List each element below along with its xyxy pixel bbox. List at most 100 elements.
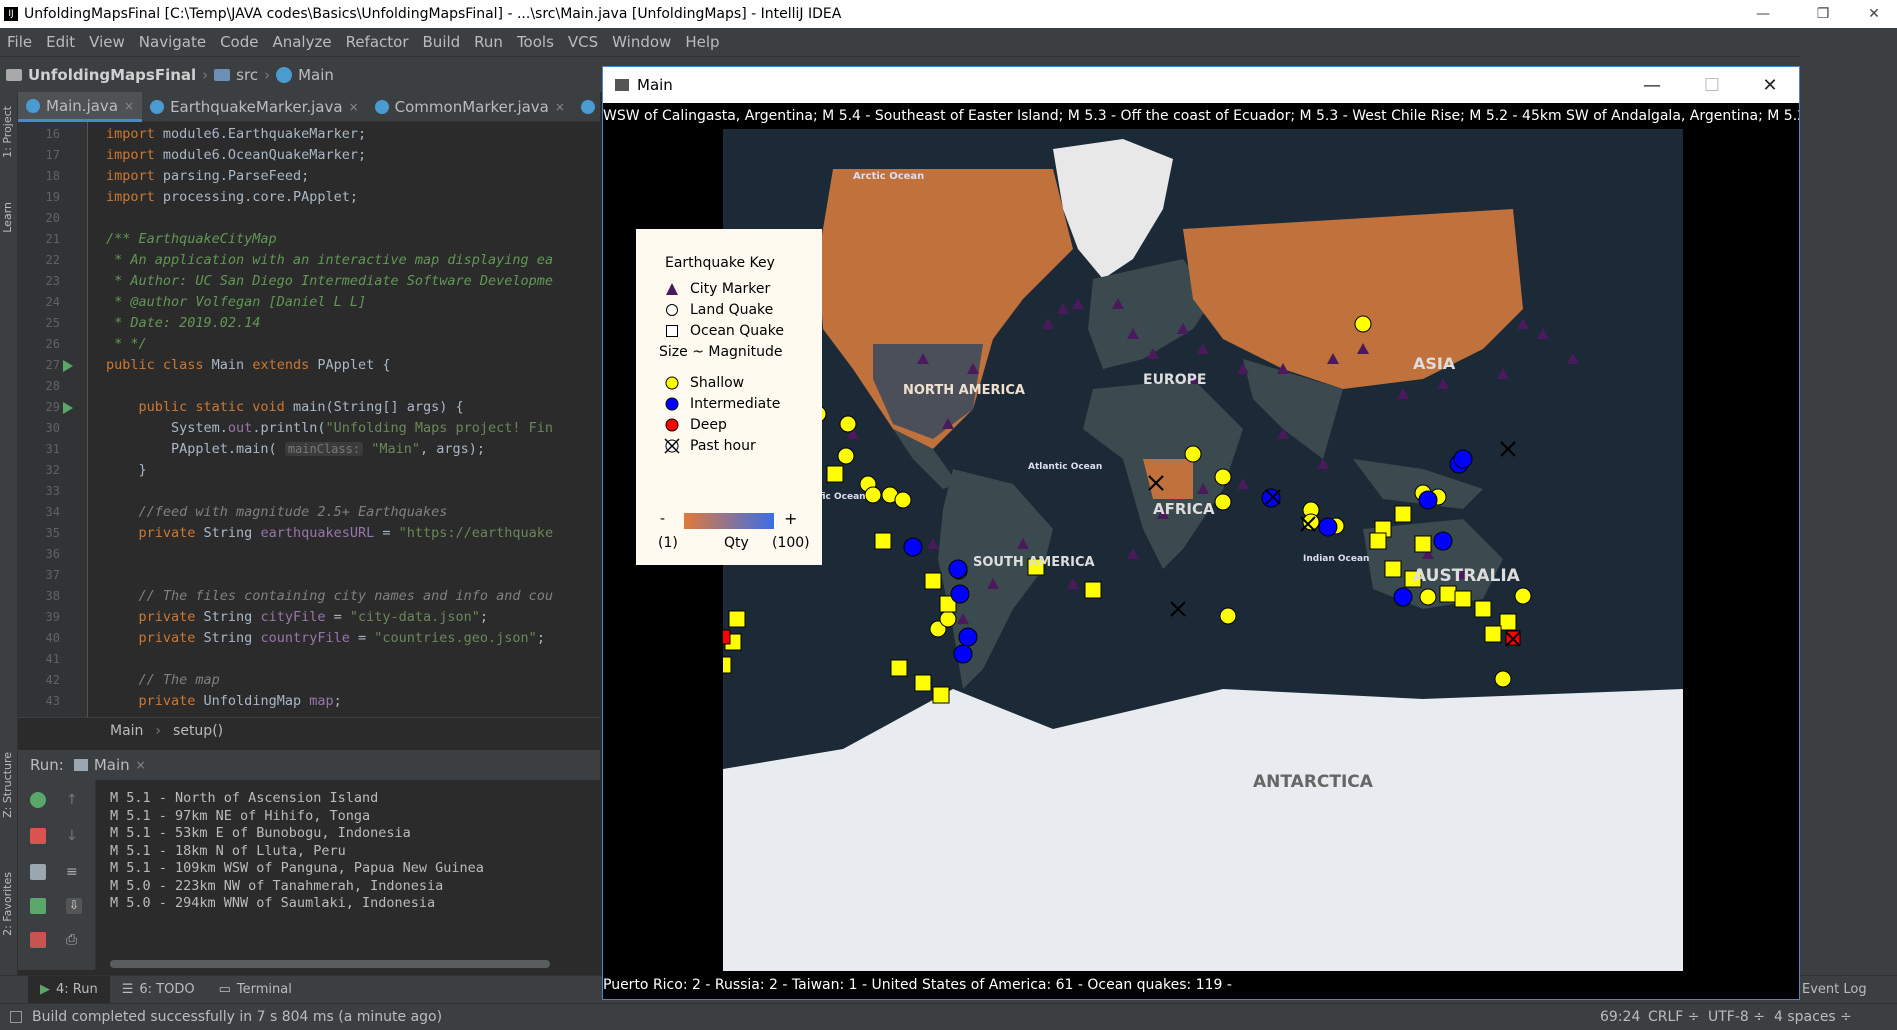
sketch-close-button[interactable]: ✕ — [1741, 67, 1799, 103]
code-editor[interactable]: 16 import module6.EarthquakeMarker; 17 impo… — [18, 122, 600, 717]
breadcrumb-class[interactable]: Main — [110, 723, 143, 739]
scroll-to-end-icon[interactable]: ⇩ — [66, 898, 82, 914]
shallow-ocean-quake[interactable] — [826, 465, 844, 483]
intermediate-quake[interactable] — [958, 627, 978, 647]
intermediate-quake[interactable] — [1418, 490, 1438, 510]
shallow-ocean-quake[interactable] — [1394, 505, 1412, 523]
intermediate-quake[interactable] — [1318, 517, 1338, 537]
close-tab-icon[interactable]: × — [349, 100, 359, 114]
menu-item-run[interactable]: Run — [467, 33, 510, 51]
intermediate-quake[interactable] — [1433, 531, 1453, 551]
shallow-ocean-quake[interactable] — [1414, 535, 1432, 553]
event-log-button[interactable]: Event Log — [1790, 976, 1879, 1004]
shallow-ocean-quake[interactable] — [914, 674, 932, 692]
learn-tool-button[interactable]: Learn — [1, 202, 14, 233]
menu-item-navigate[interactable]: Navigate — [132, 33, 213, 51]
favorites-tool-button[interactable]: 2: Favorites — [1, 872, 14, 936]
shallow-land-quake[interactable] — [1219, 607, 1237, 625]
arrow-up-icon[interactable]: ↑ — [66, 792, 82, 808]
menu-item-tools[interactable]: Tools — [510, 33, 561, 51]
sketch-maximize-button[interactable]: ☐ — [1683, 67, 1741, 103]
run-gutter-icon[interactable] — [63, 402, 73, 414]
intermediate-quake[interactable] — [1453, 449, 1473, 469]
tab-commonmarker-java[interactable]: CommonMarker.java × — [367, 92, 573, 122]
breadcrumb-method[interactable]: setup() — [173, 723, 223, 739]
intermediate-quake[interactable] — [1393, 587, 1413, 607]
minimize-button[interactable]: — — [1740, 0, 1786, 28]
stop-icon[interactable] — [30, 828, 46, 844]
shallow-ocean-quake[interactable] — [1439, 585, 1457, 603]
rerun-icon[interactable] — [30, 792, 46, 808]
indent-setting[interactable]: 4 spaces ÷ — [1774, 1009, 1852, 1025]
shallow-land-quake[interactable] — [839, 415, 857, 433]
shallow-ocean-quake[interactable] — [890, 659, 908, 677]
sketch-window[interactable]: Main — ☐ ✕ WSW of Calingasta, Argentina;… — [602, 66, 1800, 1000]
intermediate-quake[interactable] — [950, 584, 970, 604]
run-config-tab[interactable]: Main × — [73, 756, 146, 774]
exit-icon[interactable] — [30, 932, 46, 948]
intermediate-quake[interactable] — [948, 559, 968, 579]
menu-item-refactor[interactable]: Refactor — [339, 33, 416, 51]
run-tool-button[interactable]: ▶ 4: Run — [28, 975, 110, 1004]
close-tab-icon[interactable]: × — [124, 99, 134, 113]
shallow-ocean-quake[interactable] — [1454, 590, 1472, 608]
earthquake-map[interactable]: Arctic Ocean NORTH AMERICA EUROPE ASIA AFRIC… — [603, 129, 1799, 971]
camera-icon[interactable] — [30, 864, 46, 880]
maximize-button[interactable]: ❐ — [1800, 0, 1846, 28]
shallow-land-quake[interactable] — [1184, 445, 1202, 463]
close-button[interactable]: ✕ — [1851, 0, 1897, 28]
menu-item-window[interactable]: Window — [605, 33, 678, 51]
world-map[interactable]: Arctic Ocean NORTH AMERICA EUROPE ASIA AFRIC… — [723, 129, 1683, 971]
breadcrumb-main[interactable]: Main — [270, 66, 340, 84]
terminal-tool-button[interactable]: ▭ Terminal — [207, 976, 304, 1004]
shallow-ocean-quake[interactable] — [1499, 613, 1517, 631]
close-tab-icon[interactable]: × — [136, 758, 146, 772]
shallow-land-quake[interactable] — [1514, 587, 1532, 605]
shallow-ocean-quake[interactable] — [1084, 581, 1102, 599]
line-separator[interactable]: CRLF ÷ — [1648, 1009, 1700, 1025]
shallow-land-quake[interactable] — [1214, 468, 1232, 486]
shallow-ocean-quake[interactable] — [1369, 532, 1387, 550]
breadcrumb-project[interactable]: UnfoldingMapsFinal — [0, 66, 202, 84]
caret-position[interactable]: 69:24 — [1600, 1009, 1640, 1025]
shallow-ocean-quake[interactable] — [924, 572, 942, 590]
intermediate-quake[interactable] — [903, 537, 923, 557]
print-icon[interactable]: ⎙ — [66, 932, 82, 948]
menu-item-view[interactable]: View — [82, 33, 132, 51]
close-tab-icon[interactable]: × — [555, 100, 565, 114]
shallow-ocean-quake[interactable] — [728, 610, 746, 628]
debug-icon[interactable] — [30, 898, 46, 914]
shallow-land-quake[interactable] — [837, 447, 855, 465]
menu-item-vcs[interactable]: VCS — [561, 33, 605, 51]
shallow-land-quake[interactable] — [894, 491, 912, 509]
menu-item-edit[interactable]: Edit — [39, 33, 82, 51]
run-gutter-icon[interactable] — [63, 360, 73, 372]
shallow-land-quake[interactable] — [864, 486, 882, 504]
menu-item-build[interactable]: Build — [416, 33, 468, 51]
file-encoding[interactable]: UTF-8 ÷ — [1708, 1009, 1765, 1025]
run-console[interactable]: M 5.1 - North of Ascension Island M 5.1 -… — [96, 780, 600, 970]
arrow-down-icon[interactable]: ↓ — [66, 828, 82, 844]
shallow-land-quake[interactable] — [1494, 670, 1512, 688]
tab-earthquakemarker-java[interactable]: EarthquakeMarker.java × — [142, 92, 367, 122]
structure-tool-button[interactable]: Z: Structure — [1, 752, 14, 818]
shallow-land-quake[interactable] — [1419, 588, 1437, 606]
shallow-land-quake[interactable] — [939, 610, 957, 628]
todo-tool-button[interactable]: ☰ 6: TODO — [110, 976, 207, 1004]
shallow-land-quake[interactable] — [1214, 493, 1232, 511]
menu-item-code[interactable]: Code — [213, 33, 265, 51]
menu-item-file[interactable]: File — [0, 33, 39, 51]
soft-wrap-icon[interactable]: ≡ — [66, 864, 82, 880]
intermediate-quake[interactable] — [953, 644, 973, 664]
menu-item-help[interactable]: Help — [678, 33, 726, 51]
breadcrumb-src[interactable]: src — [208, 66, 264, 84]
shallow-ocean-quake[interactable] — [723, 656, 732, 674]
tab-main-java[interactable]: Main.java × — [18, 92, 143, 122]
shallow-ocean-quake[interactable] — [932, 686, 950, 704]
shallow-ocean-quake[interactable] — [1484, 625, 1502, 643]
shallow-land-quake[interactable] — [1354, 315, 1372, 333]
deep-quake[interactable] — [723, 629, 731, 645]
console-horizontal-scrollbar[interactable] — [110, 960, 550, 968]
project-tool-button[interactable]: 1: Project — [1, 106, 14, 158]
shallow-ocean-quake[interactable] — [1384, 560, 1402, 578]
